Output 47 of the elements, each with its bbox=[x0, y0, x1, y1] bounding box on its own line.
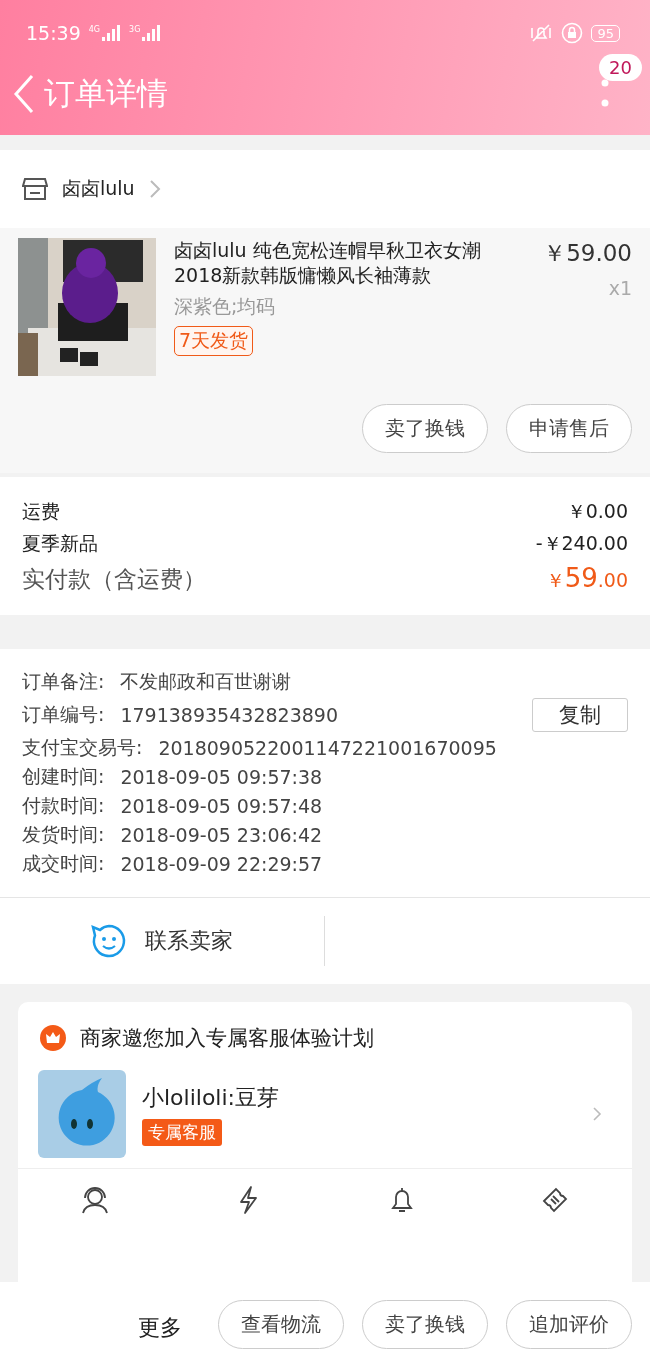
agent-name: 小loliloli:豆芽 bbox=[142, 1083, 279, 1112]
product-price: ￥59.00 bbox=[543, 239, 632, 268]
copy-button[interactable]: 复制 bbox=[532, 698, 628, 732]
product-variant: 深紫色;均码 bbox=[174, 294, 276, 319]
more-link[interactable]: 更多 bbox=[138, 1313, 182, 1343]
mute-icon bbox=[529, 23, 554, 43]
product-title[interactable]: 卤卤lulu 纯色宽松连帽早秋卫衣女潮2018新款韩版慵懒风长袖薄款 bbox=[174, 238, 526, 288]
fee-label: 实付款（含运费） bbox=[22, 565, 206, 594]
info-label: 成交时间: bbox=[22, 851, 105, 876]
shipping-tag: 7天发货 bbox=[174, 326, 254, 356]
info-value: 2018090522001147221001670095 bbox=[158, 737, 497, 759]
page-title: 订单详情 bbox=[44, 74, 168, 113]
info-label: 发货时间: bbox=[22, 822, 105, 847]
action-button[interactable]: 卖了换钱 bbox=[362, 1300, 488, 1349]
action-button[interactable]: 追加评价 bbox=[506, 1300, 632, 1349]
action-button[interactable]: 申请售后 bbox=[506, 404, 632, 453]
fee-label: 夏季新品 bbox=[22, 531, 98, 556]
info-label: 支付宝交易号: bbox=[22, 735, 143, 760]
crown-icon bbox=[40, 1025, 66, 1051]
notification-badge: 20 bbox=[599, 54, 642, 81]
info-value: 2018-09-09 22:29:57 bbox=[120, 853, 323, 875]
battery-icon: 95 bbox=[591, 24, 620, 42]
product-quantity: x1 bbox=[608, 277, 632, 299]
agent-tag: 专属客服 bbox=[142, 1118, 222, 1146]
fee-value: -￥240.00 bbox=[535, 531, 628, 556]
info-value: 179138935432823890 bbox=[120, 704, 338, 726]
info-value: 2018-09-05 09:57:38 bbox=[120, 766, 323, 788]
info-label: 创建时间: bbox=[22, 764, 105, 789]
status-time: 15:39 bbox=[26, 22, 81, 44]
chat-face-icon bbox=[91, 923, 127, 959]
action-button[interactable]: 卖了换钱 bbox=[362, 404, 488, 453]
info-label: 订单编号: bbox=[22, 702, 105, 727]
fee-value: ￥0.00 bbox=[566, 499, 628, 524]
store-icon bbox=[22, 177, 48, 201]
avatar-icon bbox=[38, 1070, 126, 1158]
shop-name[interactable]: 卤卤lulu bbox=[62, 176, 135, 202]
info-value: 2018-09-05 09:57:48 bbox=[120, 795, 323, 817]
action-button[interactable]: 查看物流 bbox=[218, 1300, 344, 1349]
card-title: 商家邀您加入专属客服体验计划 bbox=[80, 1025, 374, 1052]
fee-label: 运费 bbox=[22, 499, 60, 524]
info-value: 2018-09-05 23:06:42 bbox=[120, 824, 323, 846]
info-label: 付款时间: bbox=[22, 793, 105, 818]
info-value: 不发邮政和百世谢谢 bbox=[120, 669, 292, 694]
total-amount: ￥59.00 bbox=[545, 563, 628, 594]
headset-icon[interactable] bbox=[79, 1185, 110, 1215]
info-label: 订单备注: bbox=[22, 669, 105, 694]
lock-icon bbox=[561, 22, 584, 44]
